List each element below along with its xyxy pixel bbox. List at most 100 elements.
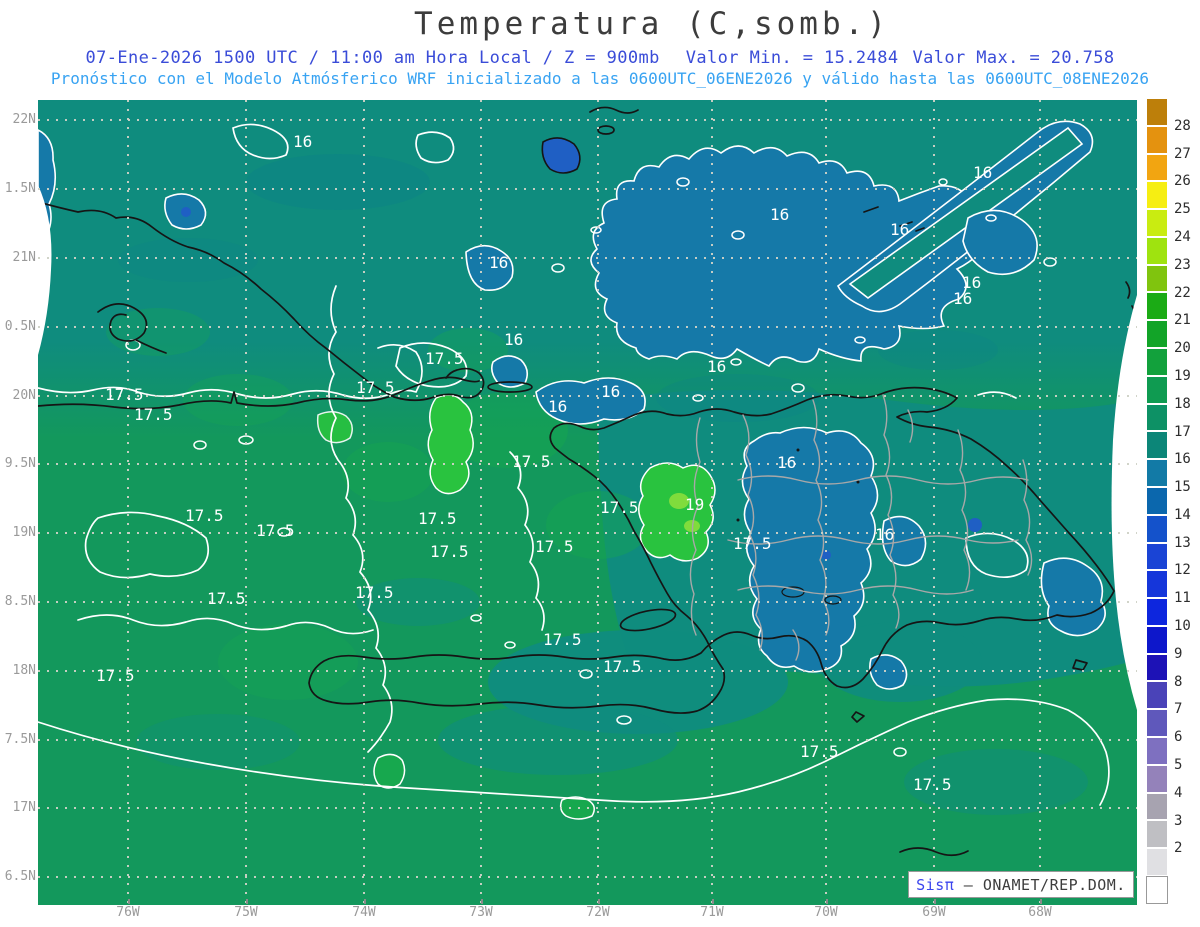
- colorbar-tick-label: 9: [1174, 645, 1183, 662]
- contour-label: 19: [685, 495, 704, 514]
- contour-label: 16: [548, 397, 567, 416]
- colorbar-segment: [1146, 125, 1168, 154]
- valid-time-text: 07-Ene-2026 1500 UTC / 11:00 am Hora Loc…: [85, 48, 660, 68]
- contour-label: 17.5: [134, 405, 173, 424]
- colorbar-segment: [1146, 264, 1168, 293]
- colorbar-segment: [1146, 98, 1168, 126]
- lon-tick-label: 75W: [234, 905, 258, 920]
- lat-tick-label: 21N: [12, 250, 36, 265]
- colorbar-tick-label: 16: [1174, 451, 1191, 468]
- contour-label: 16: [777, 453, 796, 472]
- colorbar-segment: [1146, 653, 1168, 682]
- colorbar-segment: [1146, 459, 1168, 487]
- contour-label: 17.5: [105, 385, 144, 404]
- colorbar-segment: [1146, 348, 1168, 376]
- contour-label: 17.5: [356, 378, 395, 397]
- colorbar-tick-label: 25: [1174, 201, 1191, 218]
- colorbar-segment: [1146, 625, 1168, 654]
- contour-label: 17.5: [96, 666, 135, 685]
- contour-label: 17.5: [256, 521, 295, 540]
- contour-label: 16: [973, 163, 992, 182]
- lat-tick-label: 20N: [12, 388, 36, 403]
- lon-tick-label: 73W: [469, 905, 493, 920]
- colorbar-tick-label: 22: [1174, 284, 1191, 301]
- colorbar-tick-label: 20: [1174, 340, 1191, 357]
- lat-tick-label: 8.5N: [4, 594, 36, 609]
- contour-label: 17.5: [425, 349, 464, 368]
- colorbar-tick-label: 23: [1174, 256, 1191, 273]
- contour-label: 17.5: [913, 775, 952, 794]
- colorbar-tick-label: 8: [1174, 673, 1183, 690]
- lon-tick-mark: [364, 899, 366, 904]
- lat-tick-label: 0.5N: [4, 319, 36, 334]
- lon-tick-mark: [128, 899, 130, 904]
- map-canvas: 1616161616161616161616161617.517.517.517…: [38, 100, 1137, 905]
- page-title: Temperatura (C,somb.): [414, 6, 890, 42]
- colorbar-tick-label: 13: [1174, 534, 1191, 551]
- colorbar-tick-label: 18: [1174, 395, 1191, 412]
- colorbar-segment: [1146, 431, 1168, 460]
- colorbar-tick-label: 24: [1174, 228, 1191, 245]
- colorbar-tick-label: 2: [1174, 840, 1183, 857]
- contour-label: 16: [293, 132, 312, 151]
- badge-org-text: ONAMET/REP.DOM.: [982, 875, 1126, 894]
- lon-tick-mark: [712, 899, 714, 904]
- contour-label: 16: [489, 253, 508, 272]
- colorbar-segment: [1146, 209, 1168, 237]
- contour-label: 17.5: [355, 583, 394, 602]
- lon-tick-mark: [246, 899, 248, 904]
- contour-label: 17.5: [800, 742, 839, 761]
- colorbar-segment: [1146, 820, 1168, 849]
- contour-label: 17.5: [603, 657, 642, 676]
- lat-tick-label: 22N: [12, 112, 36, 127]
- contour-label: 16: [601, 382, 620, 401]
- colorbar-tick-label: 6: [1174, 729, 1183, 746]
- contour-label: 16: [770, 205, 789, 224]
- lon-tick-mark: [481, 899, 483, 904]
- colorbar-tick-label: 21: [1174, 312, 1191, 329]
- lat-tick-label: 1.5N: [4, 181, 36, 196]
- colorbar-tick-label: 15: [1174, 479, 1191, 496]
- contour-label: 17.5: [207, 589, 246, 608]
- lon-tick-label: 72W: [586, 905, 610, 920]
- lon-tick-label: 76W: [116, 905, 140, 920]
- colorbar-segment: [1146, 236, 1168, 265]
- contour-label: 17.5: [543, 630, 582, 649]
- colorbar-tick-label: 12: [1174, 562, 1191, 579]
- forecast-map: 16 16 16 16 16 16 16 16 16 16 16 16 16 17.5 17.5 17.5 17…: [38, 100, 1137, 905]
- contour-label: 17.5: [535, 537, 574, 556]
- lon-tick-mark: [826, 899, 828, 904]
- contour-label: 16: [504, 330, 523, 349]
- colorbar-tick-label: 7: [1174, 701, 1183, 718]
- subtitle-model: Pronóstico con el Modelo Atmósferico WRF…: [50, 69, 1150, 88]
- colorbar-segment: [1146, 875, 1168, 904]
- contour-label: 16: [890, 220, 909, 239]
- onamet-branding-badge: Sisπ – ONAMET/REP.DOM.: [908, 871, 1134, 898]
- badge-separator: –: [954, 875, 983, 894]
- contour-label: 17.5: [600, 498, 639, 517]
- contour-label: 17.5: [733, 534, 772, 553]
- lat-tick-label: 17N: [12, 800, 36, 815]
- contour-label: 17.5: [512, 452, 551, 471]
- colorbar-segment: [1146, 764, 1168, 793]
- lon-tick-label: 68W: [1028, 905, 1052, 920]
- contour-label: 16: [875, 525, 894, 544]
- colorbar-segment: [1146, 570, 1168, 599]
- lat-tick-label: 7.5N: [4, 732, 36, 747]
- lat-tick-label: 19N: [12, 525, 36, 540]
- colorbar-segment: [1146, 598, 1168, 626]
- contour-label: 16: [953, 289, 972, 308]
- contour-label: 17.5: [430, 542, 469, 561]
- colorbar-tick-label: 19: [1174, 367, 1191, 384]
- lon-tick-mark: [934, 899, 936, 904]
- lat-tick-label: 18N: [12, 663, 36, 678]
- sispi-logo-text: Sisπ: [916, 875, 955, 894]
- colorbar-segment: [1146, 320, 1168, 349]
- colorbar-segment: [1146, 375, 1168, 404]
- lon-tick-label: 69W: [922, 905, 946, 920]
- colorbar-segment: [1146, 403, 1168, 432]
- lon-tick-label: 70W: [814, 905, 838, 920]
- colorbar-tick-label: 5: [1174, 757, 1183, 774]
- temperature-colorbar: [1146, 98, 1168, 904]
- lat-tick-label: 9.5N: [4, 456, 36, 471]
